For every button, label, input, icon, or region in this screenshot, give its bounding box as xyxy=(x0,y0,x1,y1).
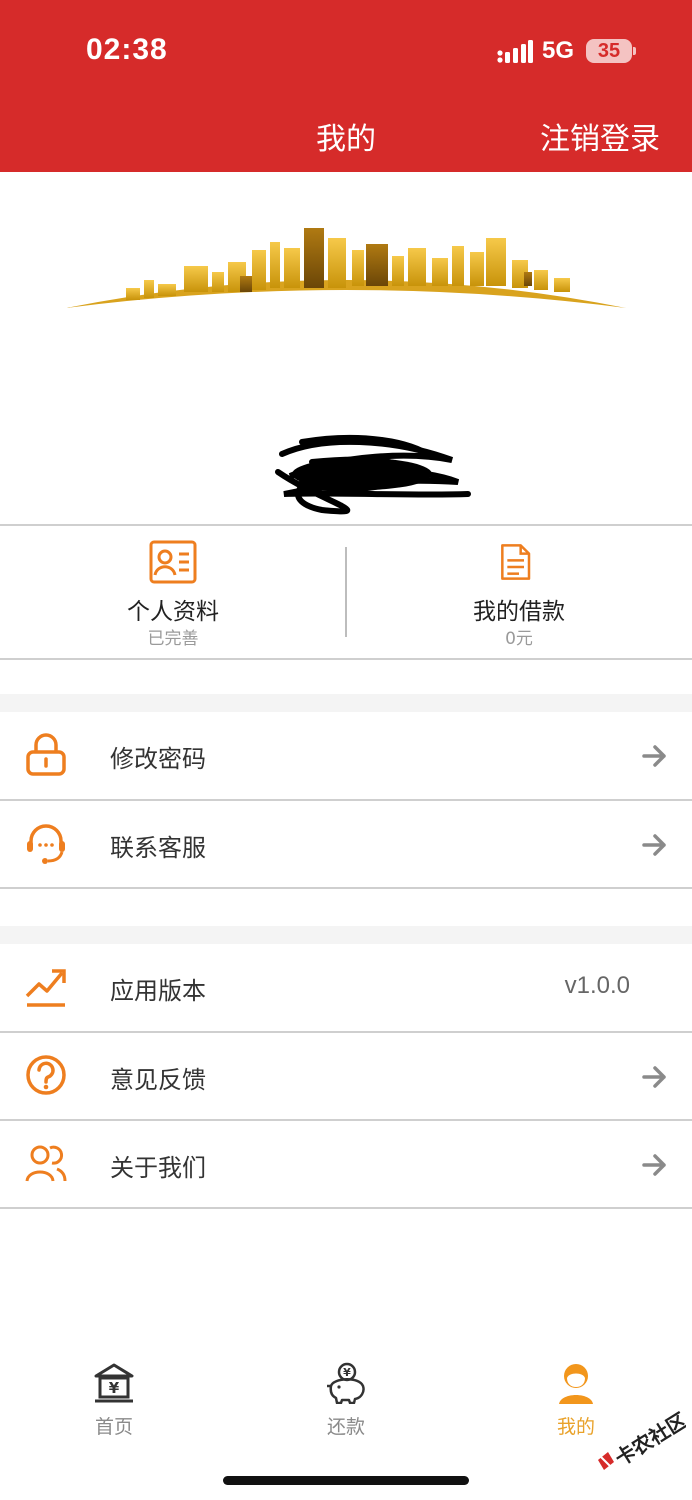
menu-label: 关于我们 xyxy=(110,1154,206,1182)
bank-icon: ¥ xyxy=(94,1363,134,1403)
menu-feedback[interactable]: 意见反馈 xyxy=(0,1033,692,1121)
watermark-logo: 卡农社区 xyxy=(598,1410,686,1471)
svg-text:¥: ¥ xyxy=(343,1366,351,1379)
question-icon xyxy=(26,1055,66,1095)
section-gap xyxy=(0,926,692,944)
profile-stat[interactable]: 个人资料 已完善 xyxy=(0,538,346,649)
arrow-right-icon xyxy=(642,745,666,767)
id-card-icon xyxy=(149,540,197,584)
section-gap xyxy=(0,694,692,712)
menu-label: 修改密码 xyxy=(110,745,206,773)
menu-label: 意见反馈 xyxy=(110,1066,206,1094)
svg-text:¥: ¥ xyxy=(109,1379,120,1397)
users-icon xyxy=(25,1145,67,1182)
network-type: 5G xyxy=(542,37,575,64)
lock-icon xyxy=(26,733,66,776)
headset-icon xyxy=(27,824,65,864)
loans-amount: 0元 xyxy=(505,629,533,649)
divider xyxy=(0,524,692,526)
tab-repay[interactable]: ¥ 还款 xyxy=(286,1362,406,1442)
menu-change-password[interactable]: 修改密码 xyxy=(0,712,692,800)
piggy-bank-icon: ¥ xyxy=(327,1362,365,1404)
divider xyxy=(0,658,692,660)
tab-label: 还款 xyxy=(326,1416,365,1438)
profile-status: 已完善 xyxy=(147,629,199,649)
trend-icon xyxy=(25,969,66,1007)
city-skyline-image xyxy=(66,228,626,308)
menu-about-us[interactable]: 关于我们 xyxy=(0,1121,692,1209)
loans-label: 我的借款 xyxy=(473,599,565,625)
home-indicator xyxy=(223,1476,469,1485)
menu-contact-support[interactable]: 联系客服 xyxy=(0,801,692,889)
menu-label: 联系客服 xyxy=(110,834,206,862)
tab-label: 首页 xyxy=(94,1416,133,1438)
document-icon xyxy=(501,544,531,580)
person-icon xyxy=(559,1364,593,1404)
top-header: 02:38 5G 35 我的 注销登录 xyxy=(0,0,692,172)
arrow-right-icon xyxy=(642,1066,666,1088)
svg-text:卡农社区: 卡农社区 xyxy=(611,1410,686,1471)
status-time: 02:38 xyxy=(86,33,168,66)
menu-app-version[interactable]: 应用版本 v1.0.0 xyxy=(0,944,692,1032)
divider xyxy=(0,887,692,889)
profile-label: 个人资料 xyxy=(127,599,219,625)
loans-stat[interactable]: 我的借款 0元 xyxy=(346,538,692,649)
logout-button[interactable]: 注销登录 xyxy=(540,114,660,158)
battery-icon: 35 xyxy=(586,39,632,63)
battery-tip xyxy=(633,47,636,55)
signal-icon xyxy=(497,40,533,63)
arrow-right-icon xyxy=(642,1154,666,1176)
tab-home[interactable]: ¥ 首页 xyxy=(54,1362,174,1442)
menu-label: 应用版本 xyxy=(110,977,206,1005)
username-redacted xyxy=(275,435,471,515)
arrow-right-icon xyxy=(642,834,666,856)
app-version-value: v1.0.0 xyxy=(564,972,630,999)
divider xyxy=(0,1207,692,1209)
